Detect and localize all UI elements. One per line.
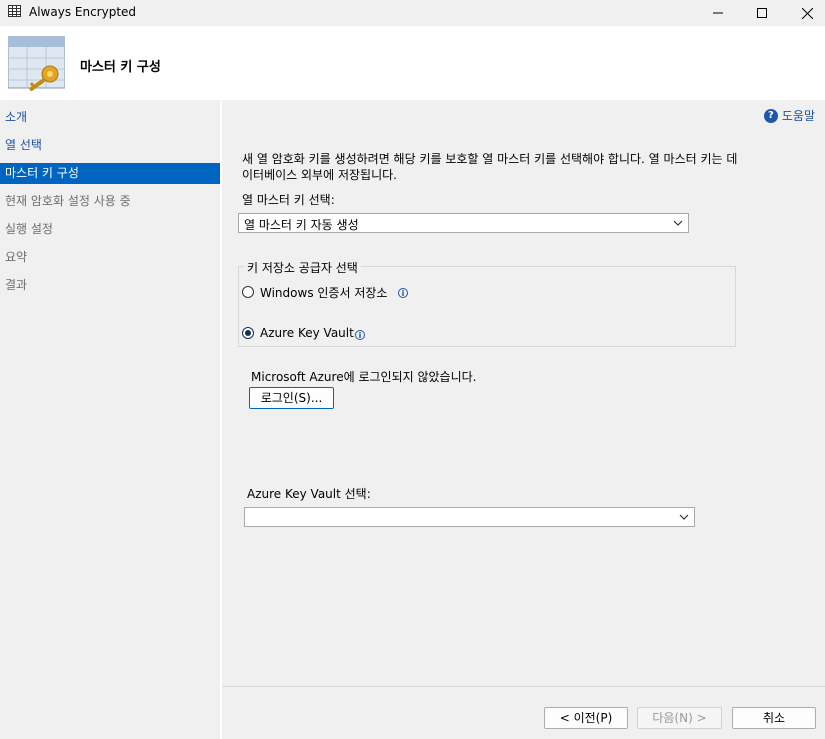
help-link[interactable]: ? 도움말 [763, 107, 815, 124]
sidebar-item-summary: 요약 [5, 250, 28, 264]
cmk-select-value: 열 마스터 키 자동 생성 [244, 218, 359, 232]
help-icon: ? [763, 108, 778, 123]
help-label: 도움말 [781, 109, 815, 123]
minimize-icon [713, 12, 723, 14]
sidebar-item-master-key-config[interactable]: 마스터 키 구성 [0, 163, 220, 184]
prev-button[interactable]: < 이전(P) [544, 707, 628, 729]
sidebar-item-run-settings: 실행 설정 [5, 222, 53, 236]
vault-select[interactable] [244, 507, 695, 527]
chevron-down-icon [679, 514, 689, 520]
radio-windows-cert-store-label[interactable]: Windows 인증서 저장소 [260, 284, 387, 301]
title-bar: Always Encrypted [0, 0, 825, 26]
sidebar-item-column-selection[interactable]: 열 선택 [0, 135, 220, 156]
next-button[interactable]: 다음(N) > [637, 707, 722, 729]
info-icon[interactable]: i [355, 330, 365, 340]
wizard-sidebar: 소개 열 선택 마스터 키 구성 현재 암호화 설정 사용 중 실행 설정 요약… [0, 101, 220, 739]
page-title: 마스터 키 구성 [80, 60, 161, 75]
encrypted-table-key-icon [8, 36, 65, 91]
vault-label: Azure Key Vault 선택: [247, 487, 371, 501]
radio-azure-key-vault[interactable] [242, 327, 254, 339]
info-icon[interactable]: i [398, 288, 408, 298]
maximize-icon [757, 8, 767, 18]
table-icon [8, 5, 21, 17]
azure-login-status: Microsoft Azure에 로그인되지 않았습니다. [251, 370, 477, 384]
main-panel: ? 도움말 새 열 암호화 키를 생성하려면 해당 키를 보호할 열 마스터 키… [222, 101, 825, 739]
login-button[interactable]: 로그인(S)... [249, 387, 334, 409]
sidebar-item-intro[interactable]: 소개 [0, 107, 220, 128]
cancel-button[interactable]: 취소 [732, 707, 816, 729]
radio-azure-key-vault-label[interactable]: Azure Key Vault [260, 326, 354, 340]
minimize-button[interactable] [695, 0, 741, 26]
maximize-button[interactable] [739, 0, 785, 26]
provider-group-title: 키 저장소 공급자 선택 [244, 259, 361, 276]
radio-windows-cert-store[interactable] [242, 286, 254, 298]
footer-divider [222, 686, 825, 687]
chevron-down-icon [673, 220, 683, 226]
cmk-select[interactable]: 열 마스터 키 자동 생성 [238, 213, 689, 233]
sidebar-item-in-use: 현재 암호화 설정 사용 중 [5, 194, 131, 208]
window-title: Always Encrypted [29, 5, 137, 19]
wizard-header: 마스터 키 구성 [0, 26, 825, 100]
close-button[interactable] [784, 0, 825, 26]
close-icon [801, 7, 813, 19]
description-text: 새 열 암호화 키를 생성하려면 해당 키를 보호할 열 마스터 키를 선택해야… [242, 152, 738, 182]
sidebar-item-results: 결과 [5, 278, 28, 292]
cmk-label: 열 마스터 키 선택: [242, 193, 335, 207]
